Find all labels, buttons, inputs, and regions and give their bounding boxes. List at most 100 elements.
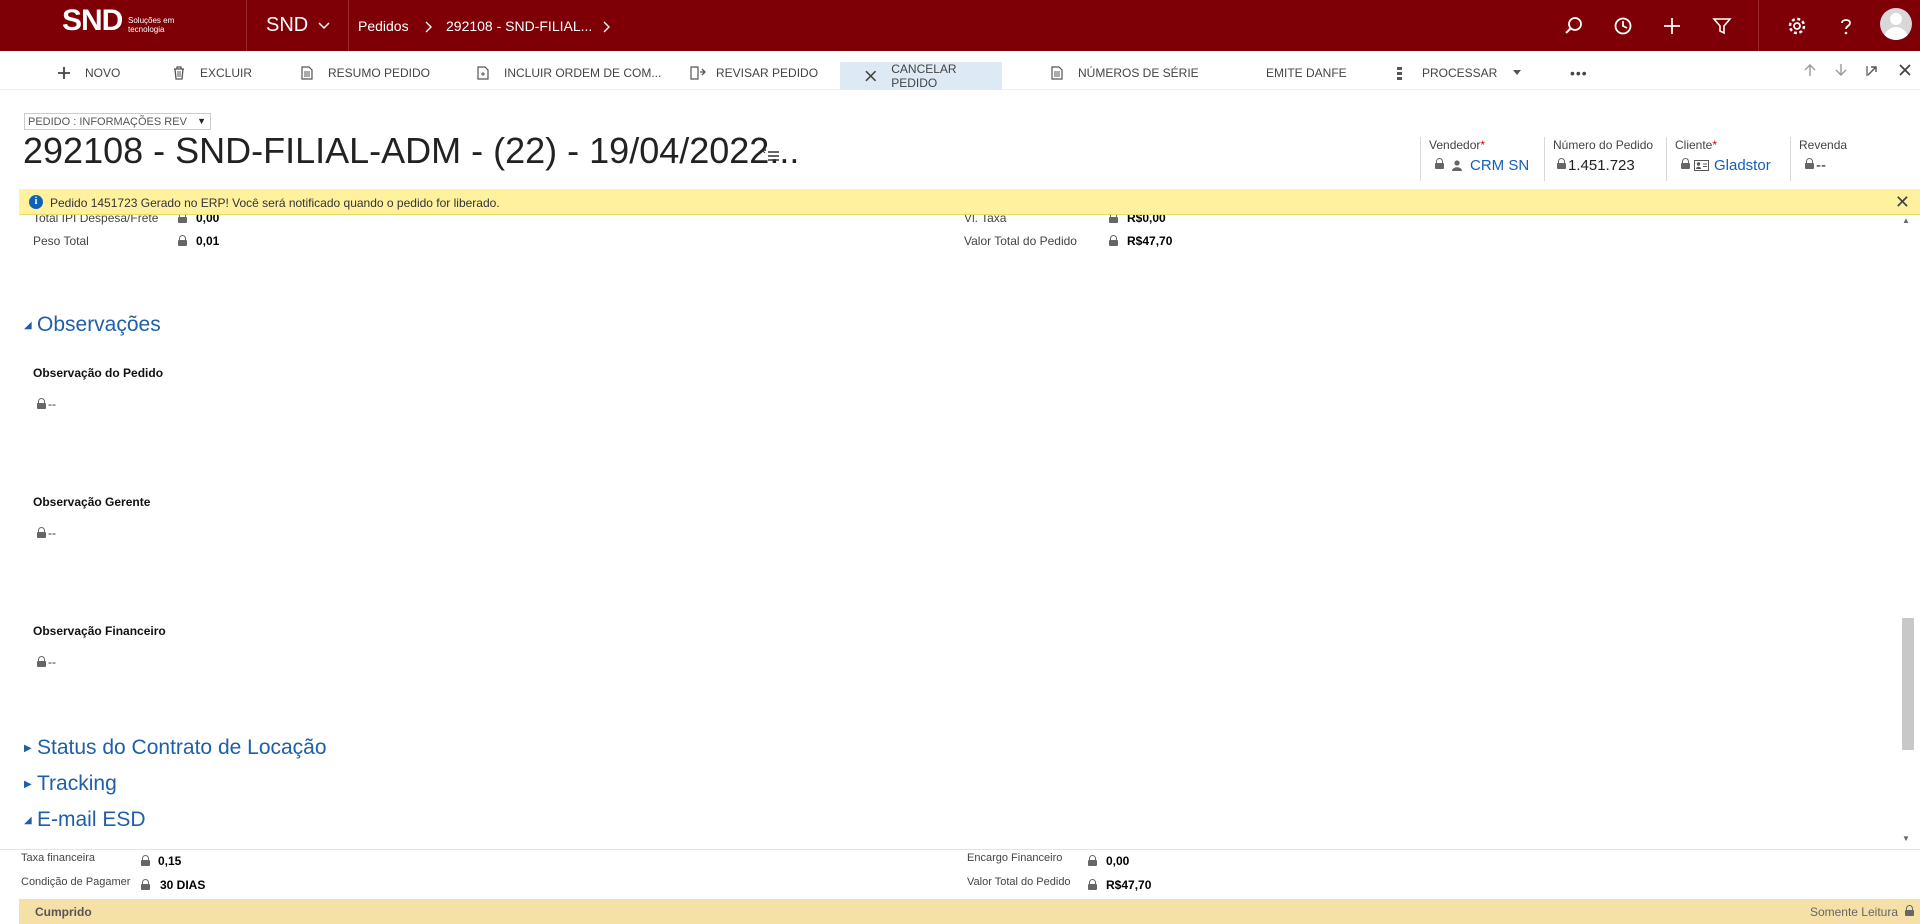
reseller-value: -- xyxy=(1816,157,1826,174)
observation-label: Observação Financeiro xyxy=(33,624,166,638)
form-selector[interactable]: PEDIDO : INFORMAÇÕES REV ▼ xyxy=(24,113,211,130)
vertical-scrollbar[interactable] xyxy=(1900,215,1920,849)
lock-icon xyxy=(1088,879,1097,890)
field-value: 0,00 xyxy=(1106,854,1130,868)
lock-icon xyxy=(178,215,187,223)
order-number-value: 1.451.723 xyxy=(1568,157,1635,174)
caret-down-icon: ▼ xyxy=(197,116,206,126)
include-purchase-order-button[interactable]: INCLUIR ORDEM DE COM... xyxy=(476,61,661,85)
new-button[interactable]: NOVO xyxy=(57,61,120,85)
document-icon xyxy=(1051,66,1063,80)
popout-icon[interactable] xyxy=(1866,63,1878,77)
search-icon[interactable] xyxy=(1564,16,1584,36)
history-icon[interactable] xyxy=(1613,16,1633,36)
lock-icon xyxy=(1681,158,1690,169)
chevron-down-icon[interactable] xyxy=(318,22,330,30)
document-icon xyxy=(301,66,313,80)
more-commands-button[interactable]: ••• xyxy=(1570,61,1588,85)
section-status-contrato[interactable]: ▶ Status do Contrato de Locação xyxy=(24,736,327,760)
section-email-esd[interactable]: ◢ E-mail ESD xyxy=(24,808,146,832)
dropdown-arrow-icon[interactable] xyxy=(1513,70,1522,76)
gear-icon[interactable] xyxy=(1787,16,1807,36)
scroll-up-icon[interactable]: ▲ xyxy=(1902,216,1910,225)
notification-bar: i Pedido 1451723 Gerado no ERP! Você ser… xyxy=(19,189,1920,215)
lock-icon xyxy=(141,879,150,890)
client-value[interactable]: Gladstor xyxy=(1714,157,1784,174)
breadcrumb-pedidos[interactable]: Pedidos xyxy=(358,18,409,34)
filter-icon[interactable] xyxy=(1712,16,1732,36)
footer-summary: Taxa financeira 0,15 Encargo Financeiro … xyxy=(0,849,1920,899)
field-value: 0,15 xyxy=(158,854,182,868)
include-purchase-order-label: INCLUIR ORDEM DE COM... xyxy=(504,66,662,80)
chevron-right-icon[interactable] xyxy=(603,21,611,33)
observation-value: -- xyxy=(48,526,56,540)
info-icon: i xyxy=(29,195,43,209)
delete-button[interactable]: EXCLUIR xyxy=(172,61,252,85)
scroll-down-icon[interactable]: ▼ xyxy=(1902,834,1910,843)
command-bar: NOVO EXCLUIR RESUMO PEDIDO INCLUIR ORDEM… xyxy=(0,51,1920,90)
close-notification-icon[interactable]: ✕ xyxy=(1895,192,1910,213)
header-divider xyxy=(1790,137,1791,181)
scrollbar-thumb[interactable] xyxy=(1902,618,1914,750)
emit-danfe-button[interactable]: EMITE DANFE xyxy=(1266,61,1347,85)
field-value: R$47,70 xyxy=(1127,234,1173,248)
review-order-label: REVISAR PEDIDO xyxy=(716,66,819,80)
collapse-triangle-icon: ◢ xyxy=(24,319,32,331)
form-selector-value: PEDIDO : INFORMAÇÕES REV xyxy=(28,116,187,128)
observation-value: -- xyxy=(48,655,56,669)
field-label: Valor Total do Pedido xyxy=(967,876,1071,888)
review-icon xyxy=(690,66,706,80)
field-label: Peso Total xyxy=(33,234,89,248)
seller-value[interactable]: CRM SN xyxy=(1470,157,1537,174)
lock-icon xyxy=(1805,158,1814,169)
reseller-label: Revenda xyxy=(1799,138,1848,152)
arrow-down-icon[interactable] xyxy=(1835,63,1847,77)
section-tracking[interactable]: ▶ Tracking xyxy=(24,772,117,796)
help-icon[interactable] xyxy=(1836,16,1856,36)
review-order-button[interactable]: REVISAR PEDIDO xyxy=(688,61,818,85)
expand-triangle-icon: ▶ xyxy=(24,778,32,790)
observation-label: Observação Gerente xyxy=(33,495,151,509)
order-summary-button[interactable]: RESUMO PEDIDO xyxy=(300,61,430,85)
breadcrumb-record[interactable]: 292108 - SND-FILIAL... xyxy=(446,18,592,34)
observation-value: -- xyxy=(48,397,56,411)
nav-divider xyxy=(246,0,247,51)
order-number-label: Número do Pedido xyxy=(1553,138,1654,152)
record-title: 292108 - SND-FILIAL-ADM - (22) - 19/04/2… xyxy=(23,130,800,171)
close-record-icon[interactable] xyxy=(1898,63,1912,77)
lock-icon xyxy=(37,527,46,538)
record-status: Cumprido xyxy=(35,905,92,919)
payment-condition-link[interactable]: 30 DIAS xyxy=(160,878,205,892)
lock-icon xyxy=(178,235,187,246)
serial-numbers-label: NÚMEROS DE SÉRIE xyxy=(1078,66,1199,80)
arrow-up-icon[interactable] xyxy=(1804,63,1816,77)
field-label: Taxa financeira xyxy=(21,852,95,864)
nav-divider xyxy=(1758,0,1759,51)
process-label: PROCESSAR xyxy=(1422,66,1498,80)
delete-button-label: EXCLUIR xyxy=(200,66,253,80)
read-only-indicator: Somente Leitura xyxy=(1809,905,1898,919)
lock-icon xyxy=(1435,158,1444,169)
logo-subtitle: Soluções em tecnologia xyxy=(128,16,175,34)
lock-icon xyxy=(1088,855,1097,866)
field-label: Condição de Pagamer xyxy=(21,876,131,888)
lock-icon xyxy=(1557,158,1566,169)
process-icon xyxy=(1397,67,1402,80)
user-avatar[interactable] xyxy=(1880,8,1912,40)
snd-logo[interactable]: SND Soluções em tecnologia xyxy=(62,4,182,46)
field-value: 0,01 xyxy=(196,234,220,248)
field-label: Valor Total do Pedido xyxy=(964,234,1077,248)
expand-triangle-icon: ▶ xyxy=(24,742,32,754)
plus-icon[interactable] xyxy=(1662,16,1682,36)
title-menu-icon[interactable] xyxy=(762,148,780,164)
form-body: Total IPI Despesa/Frete 0,00 Vl. Taxa R$… xyxy=(0,215,1900,849)
cancel-order-button[interactable]: CANCELAR PEDIDO xyxy=(840,62,1002,90)
header-divider xyxy=(1420,137,1421,181)
lock-icon xyxy=(1905,905,1914,916)
logo-text: SND xyxy=(62,4,123,37)
serial-numbers-button[interactable]: NÚMEROS DE SÉRIE xyxy=(1050,61,1199,85)
process-button[interactable]: PROCESSAR xyxy=(1394,61,1522,85)
app-name[interactable]: SND xyxy=(266,14,308,37)
close-icon xyxy=(865,70,877,82)
section-observacoes[interactable]: ◢ Observações xyxy=(24,313,161,337)
